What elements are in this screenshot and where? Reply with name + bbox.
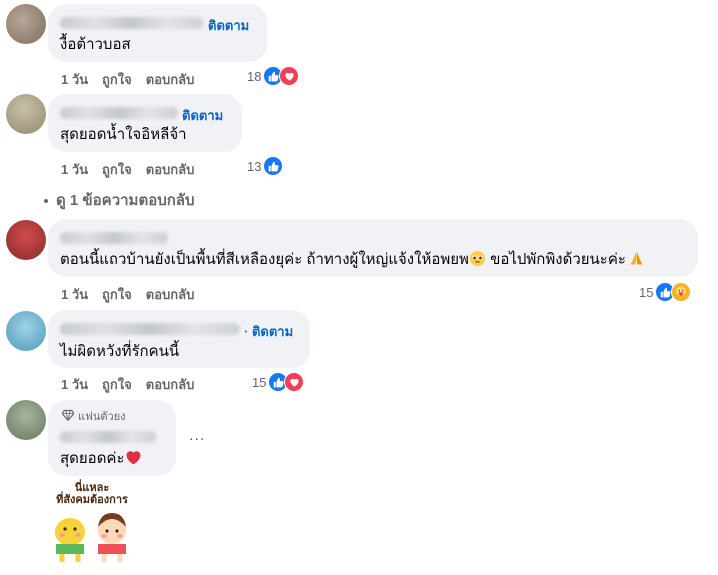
comment-time[interactable]: 1 วัน	[61, 284, 88, 305]
avatar[interactable]	[6, 311, 46, 351]
comment-text: ตอนนี้แถวบ้านยังเป็นพื้นที่สีเหลืองยุค่ะ…	[60, 250, 645, 273]
like-icon	[263, 156, 284, 176]
commenter-name[interactable]	[60, 232, 168, 244]
reply-button[interactable]: ตอบกลับ	[146, 374, 195, 395]
avatar[interactable]	[6, 94, 46, 134]
reaction-summary[interactable]: 15	[252, 372, 305, 392]
pleading-face-emoji-icon	[469, 250, 486, 273]
sticker: นี่แหละ ที่สังคมต้องการ	[44, 482, 140, 570]
separator-dot: ·	[244, 324, 252, 339]
reaction-summary[interactable]: 15	[639, 282, 692, 302]
reply-button[interactable]: ตอบกลับ	[146, 69, 195, 90]
love-icon	[279, 66, 300, 86]
comment-bubble: · ติดตาม ไม่ผิดหวังที่รักคนนี้	[48, 310, 310, 368]
like-button[interactable]: ถูกใจ	[102, 159, 132, 180]
follow-button[interactable]: ติดตาม	[182, 105, 223, 126]
commenter-name[interactable]	[60, 431, 156, 443]
reply-arrow-icon	[44, 199, 48, 203]
comment-time[interactable]: 1 วัน	[61, 159, 88, 180]
comment-actions: 1 วัน ถูกใจ ตอบกลับ	[61, 374, 208, 395]
comment-bubble: ตอนนี้แถวบ้านยังเป็นพื้นที่สีเหลืองยุค่ะ…	[48, 219, 698, 277]
like-button[interactable]: ถูกใจ	[102, 374, 132, 395]
follow-button[interactable]: · ติดตาม	[244, 321, 293, 342]
comment-time[interactable]: 1 วัน	[61, 374, 88, 395]
commenter-name[interactable]	[60, 323, 240, 335]
care-icon	[671, 282, 692, 302]
reaction-count: 15	[252, 374, 267, 390]
reaction-summary[interactable]: 18	[247, 66, 300, 86]
comment-text: สุดยอดค่ะ	[60, 449, 142, 472]
comment-actions: 1 วัน ถูกใจ ตอบกลับ	[61, 159, 208, 180]
reply-button[interactable]: ตอบกลับ	[146, 159, 195, 180]
follow-button[interactable]: ติดตาม	[208, 15, 249, 36]
comment-bubble: แฟนตัวยง สุดยอดค่ะ	[48, 400, 176, 476]
diamond-icon	[61, 409, 75, 424]
comment-text-part: สุดยอดค่ะ	[60, 450, 125, 467]
like-button[interactable]: ถูกใจ	[102, 69, 132, 90]
view-replies-link[interactable]: ดู 1 ข้อความตอบกลับ	[44, 188, 195, 212]
commenter-name[interactable]	[60, 107, 178, 119]
comment-text: งื้อต้าวบอส	[60, 36, 131, 53]
reaction-count: 18	[247, 68, 262, 84]
reply-button[interactable]: ตอบกลับ	[146, 284, 195, 305]
comment-actions: 1 วัน ถูกใจ ตอบกลับ	[61, 284, 208, 305]
like-button[interactable]: ถูกใจ	[102, 284, 132, 305]
red-heart-icon	[125, 449, 142, 472]
view-replies-label: ดู 1 ข้อความตอบกลับ	[56, 192, 195, 209]
comment-time[interactable]: 1 วัน	[61, 69, 88, 90]
commenter-name[interactable]	[60, 17, 203, 29]
comment-bubble: ติดตาม งื้อต้าวบอส	[48, 4, 267, 62]
avatar[interactable]	[6, 400, 46, 440]
more-options-button[interactable]: ...	[189, 427, 205, 445]
sticker-text: นี่แหละ ที่สังคมต้องการ	[44, 482, 140, 506]
top-fan-badge[interactable]: แฟนตัวยง	[61, 407, 126, 425]
reaction-count: 13	[247, 158, 262, 174]
reaction-summary[interactable]: 13	[247, 156, 284, 176]
love-icon	[284, 372, 305, 392]
comment-actions: 1 วัน ถูกใจ ตอบกลับ	[61, 69, 208, 90]
comment-text: ไม่ผิดหวังที่รักคนนี้	[60, 343, 180, 360]
comment-text-part: ตอนนี้แถวบ้านยังเป็นพื้นที่สีเหลืองยุค่ะ…	[60, 251, 469, 268]
folded-hands-emoji-icon	[628, 250, 645, 273]
avatar[interactable]	[6, 220, 46, 260]
comment-bubble: ติดตาม สุดยอดน้ำใจอิหลีจ้า	[48, 94, 242, 152]
sticker-text-line: ที่สังคมต้องการ	[56, 493, 128, 506]
follow-label: ติดตาม	[251, 324, 294, 339]
reaction-count: 15	[639, 284, 654, 300]
comment-text: สุดยอดน้ำใจอิหลีจ้า	[60, 126, 187, 143]
badge-label: แฟนตัวยง	[78, 411, 126, 423]
avatar[interactable]	[6, 4, 46, 44]
comment-text-part: ขอไปพักพิงด้วยนะค่ะ	[485, 251, 626, 268]
